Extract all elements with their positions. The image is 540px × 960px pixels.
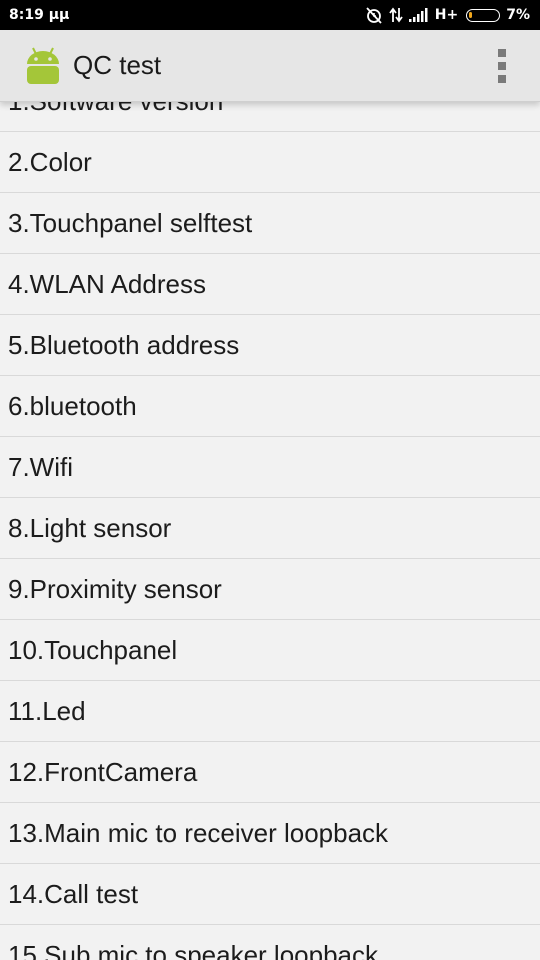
status-icons: H+ 7% [365,6,530,24]
alarm-off-icon [365,6,383,24]
list-item-label: 11.Led [8,695,86,726]
list-item-label: 13.Main mic to receiver loopback [8,817,389,848]
list-item-label: 8.Light sensor [8,512,172,543]
list-item[interactable]: 10.Touchpanel [0,620,540,681]
list-item[interactable]: 2.Color [0,132,540,193]
list-item[interactable]: 1.Software version [0,102,540,132]
list-item[interactable]: 6.bluetooth [0,376,540,437]
list-item[interactable]: 12.FrontCamera [0,742,540,803]
list-item[interactable]: 3.Touchpanel selftest [0,193,540,254]
action-bar: QC test [0,30,540,102]
app-title: QC test [73,50,162,80]
list-item-label: 2.Color [8,146,92,177]
list-item[interactable]: 7.Wifi [0,437,540,498]
list-item-label: 14.Call test [8,878,139,909]
list-item-label: 7.Wifi [8,451,73,482]
list-item-label: 15.Sub mic to speaker loopback [8,939,378,960]
test-list-items: 1.Software version 2.Color 3.Touchpanel se… [0,102,540,960]
list-item[interactable]: 13.Main mic to receiver loopback [0,803,540,864]
list-item-label: 1.Software version [8,102,223,117]
battery-icon [466,8,501,22]
list-item[interactable]: 11.Led [0,681,540,742]
list-item[interactable]: 5.Bluetooth address [0,315,540,376]
list-item[interactable]: 4.WLAN Address [0,254,540,315]
data-transfer-icon [389,7,403,23]
overflow-menu-icon[interactable] [492,46,512,86]
list-item[interactable]: 15.Sub mic to speaker loopback [0,925,540,960]
list-item-label: 3.Touchpanel selftest [8,207,253,238]
list-item[interactable]: 8.Light sensor [0,498,540,559]
status-bar: 8:19 μμ H+ 7% [0,0,540,30]
status-time: 8:19 μμ [9,7,70,23]
list-item[interactable]: 9.Proximity sensor [0,559,540,620]
battery-percent: 7% [506,7,530,23]
list-item[interactable]: 14.Call test [0,864,540,925]
signal-icon [408,8,429,22]
android-icon [27,47,59,84]
list-item-label: 10.Touchpanel [8,634,178,665]
list-item-label: 6.bluetooth [8,390,137,421]
list-item-label: 9.Proximity sensor [8,573,222,604]
test-list: 1.Software version 2.Color 3.Touchpanel se… [0,102,540,960]
list-item-label: 4.WLAN Address [8,268,206,299]
list-item-label: 5.Bluetooth address [8,329,240,360]
list-item-label: 12.FrontCamera [8,756,198,787]
network-type: H+ [434,7,459,23]
